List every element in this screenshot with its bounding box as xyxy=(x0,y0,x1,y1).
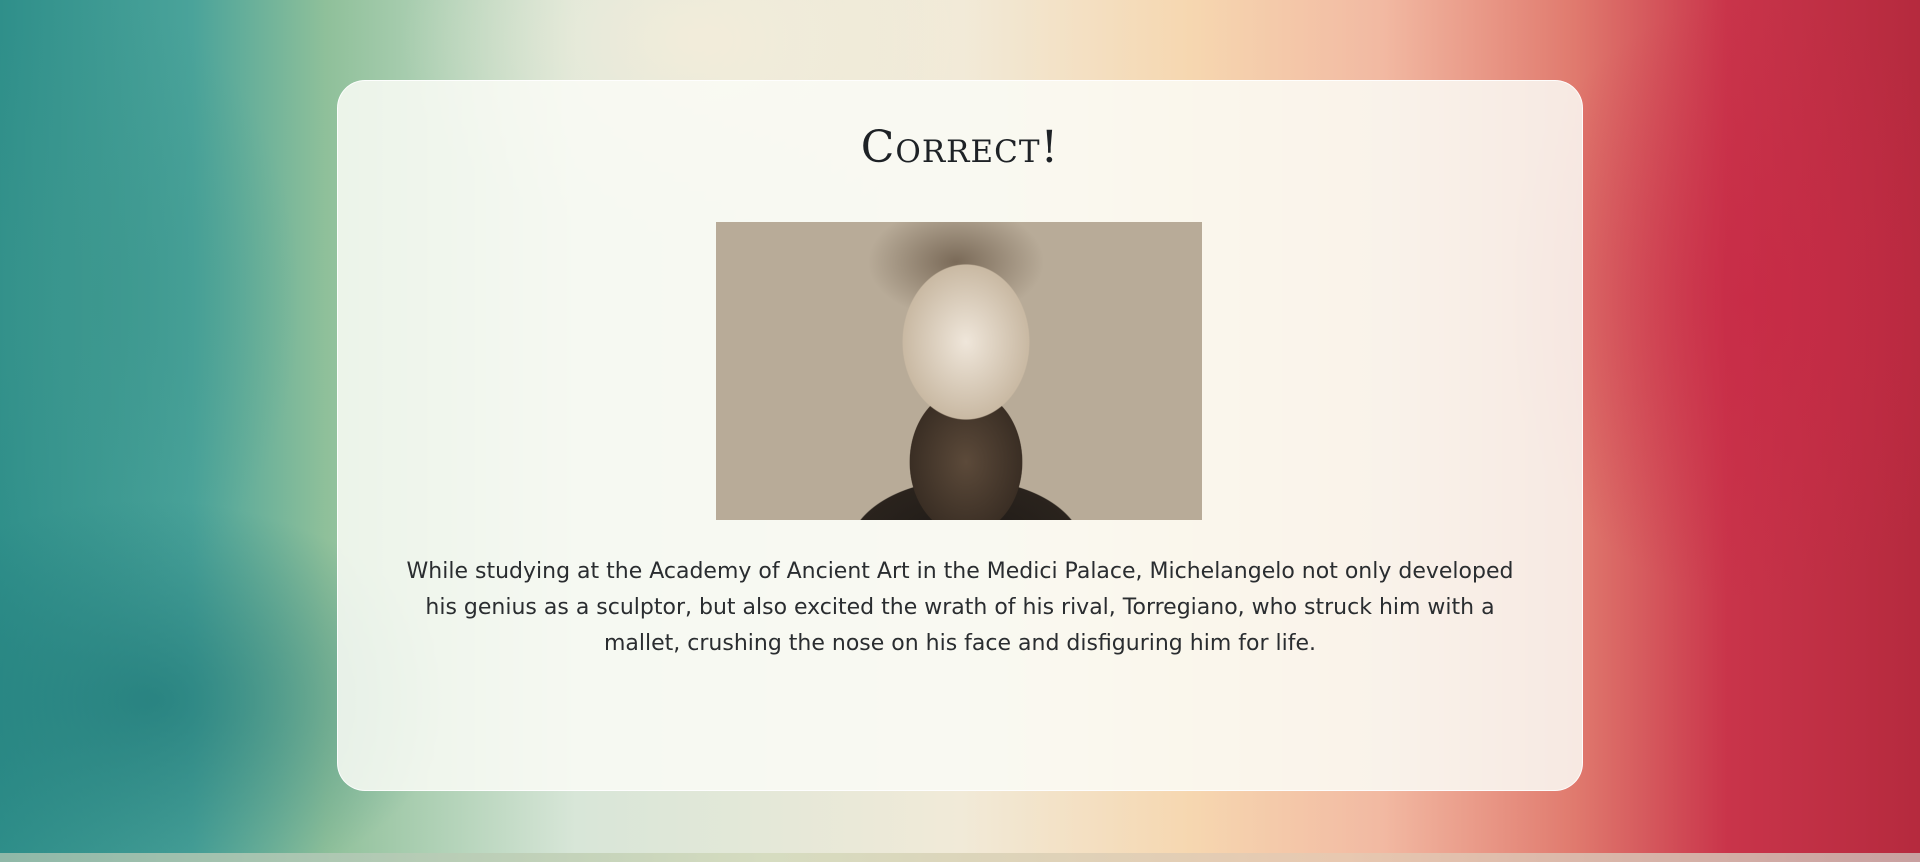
fact-text: While studying at the Academy of Ancient… xyxy=(406,559,1514,656)
result-title: Correct! xyxy=(860,122,1060,173)
background-bottom-strip xyxy=(0,853,1920,862)
michelangelo-portrait xyxy=(716,222,1202,520)
